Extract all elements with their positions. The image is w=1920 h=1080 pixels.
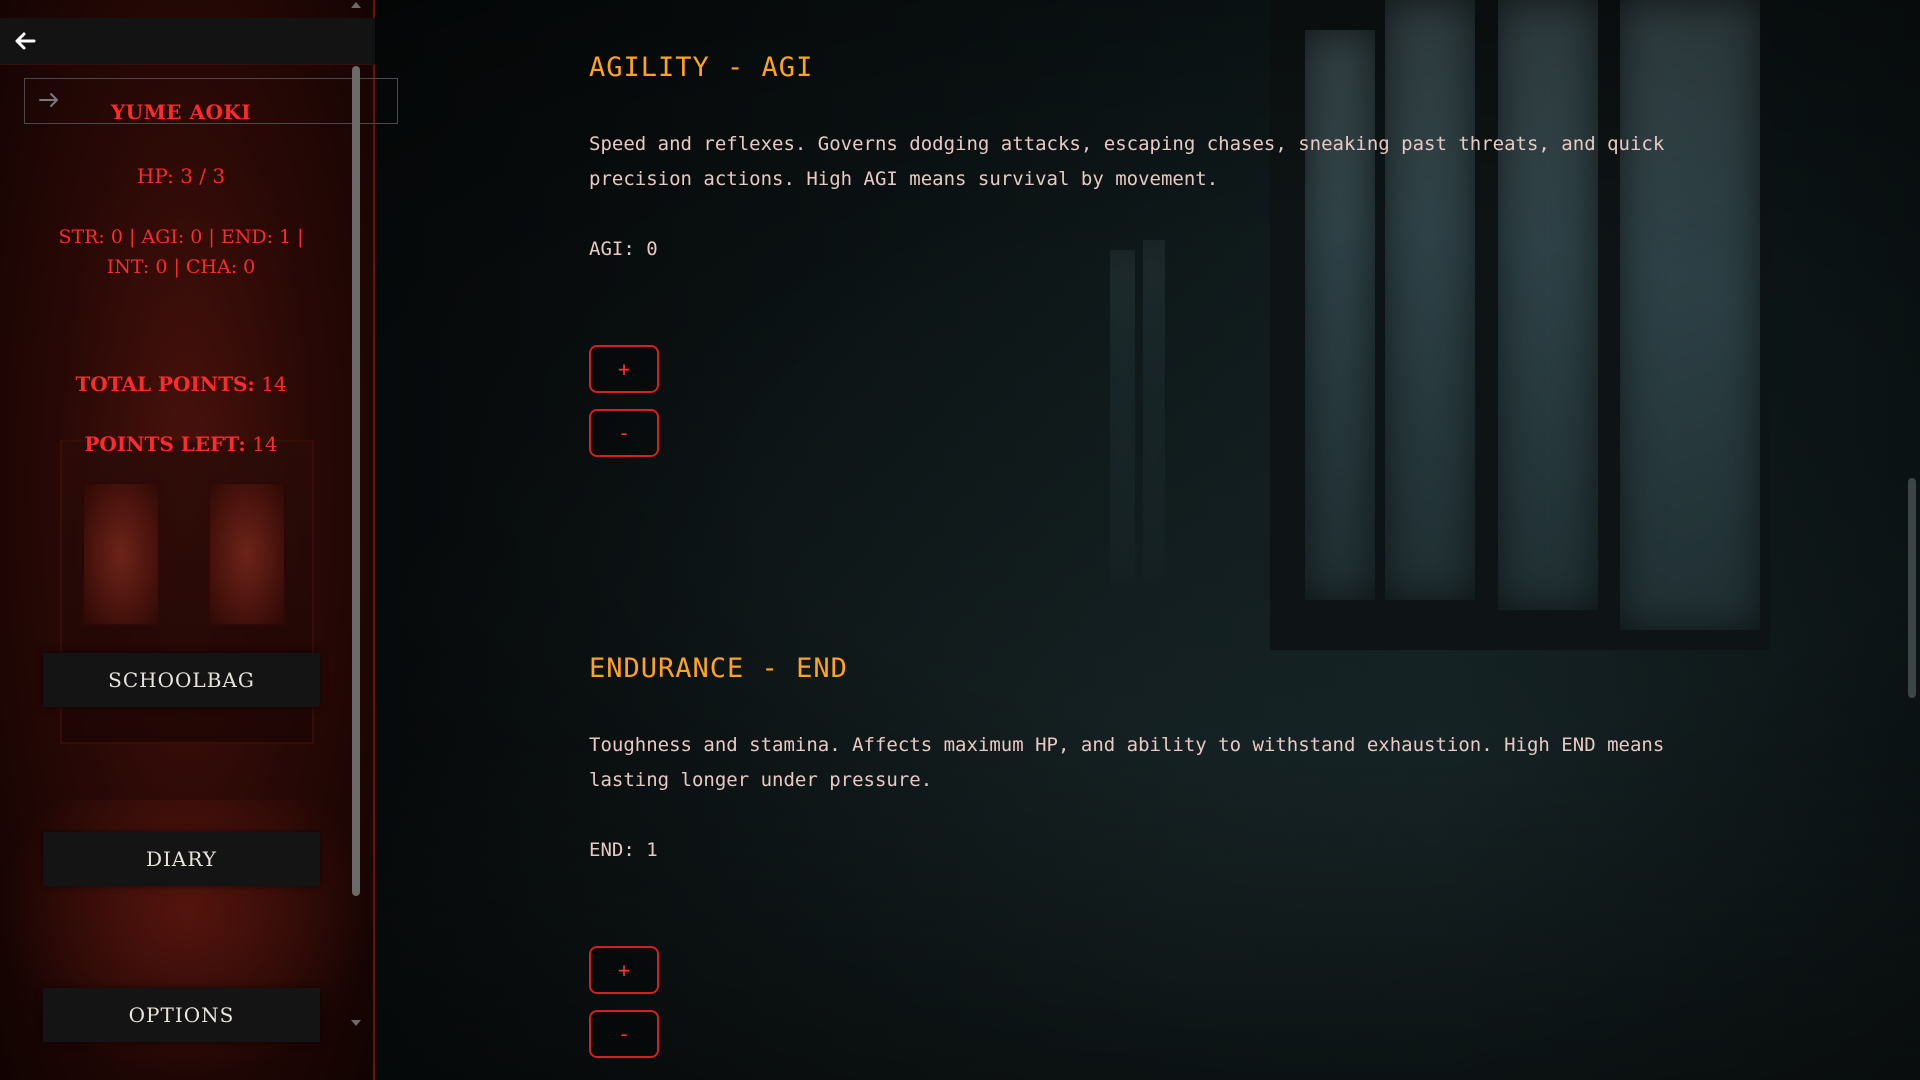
total-points-label: TOTAL POINTS: — [75, 372, 255, 396]
stats-summary: STR: 0 | AGI: 0 | END: 1 | INT: 0 | CHA:… — [40, 222, 322, 282]
endurance-title: ENDURANCE - END — [589, 653, 848, 684]
options-button[interactable]: OPTIONS — [43, 988, 320, 1042]
stats-line-2: INT: 0 | CHA: 0 — [106, 256, 256, 278]
top-bar — [0, 18, 375, 65]
agility-minus-button[interactable]: - — [589, 409, 659, 457]
total-points: TOTAL POINTS: 14 — [0, 372, 362, 396]
agility-title: AGILITY - AGI — [589, 52, 814, 83]
endurance-description: Toughness and stamina. Affects maximum H… — [589, 734, 1665, 791]
agility-plus-button[interactable]: + — [589, 345, 659, 393]
back-button[interactable] — [12, 28, 38, 54]
total-points-value: 14 — [261, 372, 287, 396]
schoolbag-button[interactable]: SCHOOLBAG — [43, 653, 320, 707]
sidebar-scrollbar[interactable] — [350, 0, 362, 1040]
game-screen: YUME AOKI HP: 3 / 3 STR: 0 | AGI: 0 | EN… — [0, 0, 1920, 1080]
scroll-down-icon[interactable] — [351, 1020, 361, 1026]
agility-description: Speed and reflexes. Governs dodging atta… — [589, 133, 1665, 190]
endurance-value: END: 1 — [589, 839, 658, 861]
points-left: POINTS LEFT: 14 — [0, 432, 362, 456]
endurance-plus-button[interactable]: + — [589, 946, 659, 994]
points-left-value: 14 — [252, 432, 278, 456]
door-window — [82, 482, 160, 626]
endurance-minus-button[interactable]: - — [589, 1010, 659, 1058]
hp-readout: HP: 3 / 3 — [136, 164, 226, 188]
character-name: YUME AOKI — [110, 100, 252, 124]
agility-value: AGI: 0 — [589, 238, 658, 260]
sidebar-scroll-thumb[interactable] — [352, 66, 360, 896]
main-scroll-thumb[interactable] — [1908, 478, 1916, 698]
diary-button[interactable]: DIARY — [43, 832, 320, 886]
scroll-up-icon[interactable] — [351, 2, 361, 8]
stats-line-1: STR: 0 | AGI: 0 | END: 1 | — [58, 226, 304, 248]
sidebar: YUME AOKI HP: 3 / 3 STR: 0 | AGI: 0 | EN… — [0, 0, 398, 1080]
arrow-left-icon — [15, 32, 36, 50]
door-window — [208, 482, 286, 626]
points-left-label: POINTS LEFT: — [84, 432, 246, 456]
